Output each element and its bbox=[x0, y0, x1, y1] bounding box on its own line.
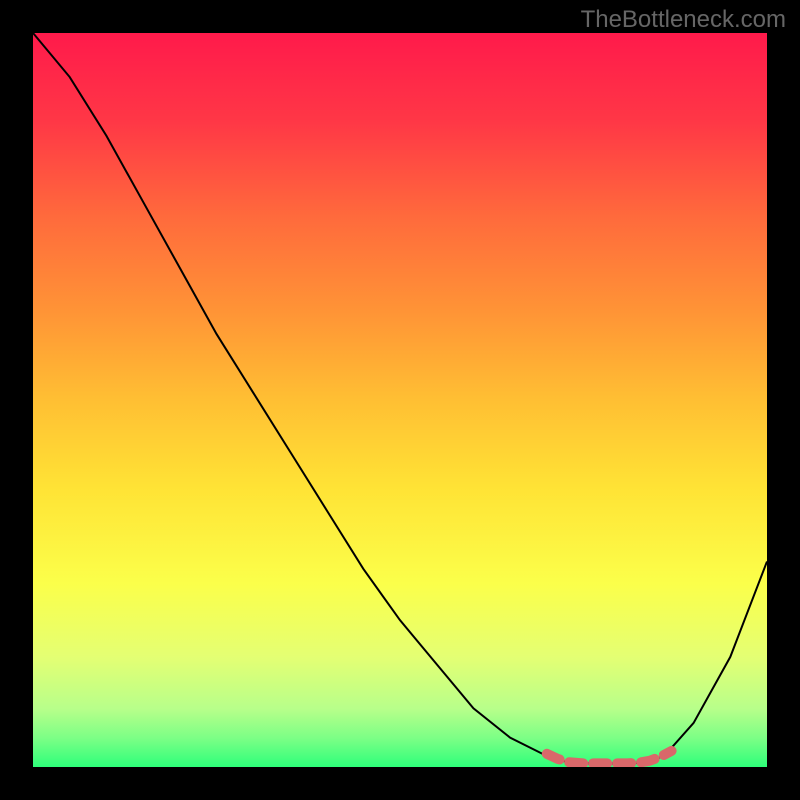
highlight-segment bbox=[547, 751, 672, 763]
main-curve bbox=[33, 33, 767, 763]
watermark-text: TheBottleneck.com bbox=[581, 6, 786, 34]
curve-layer bbox=[33, 33, 767, 767]
plot-area bbox=[33, 33, 767, 767]
